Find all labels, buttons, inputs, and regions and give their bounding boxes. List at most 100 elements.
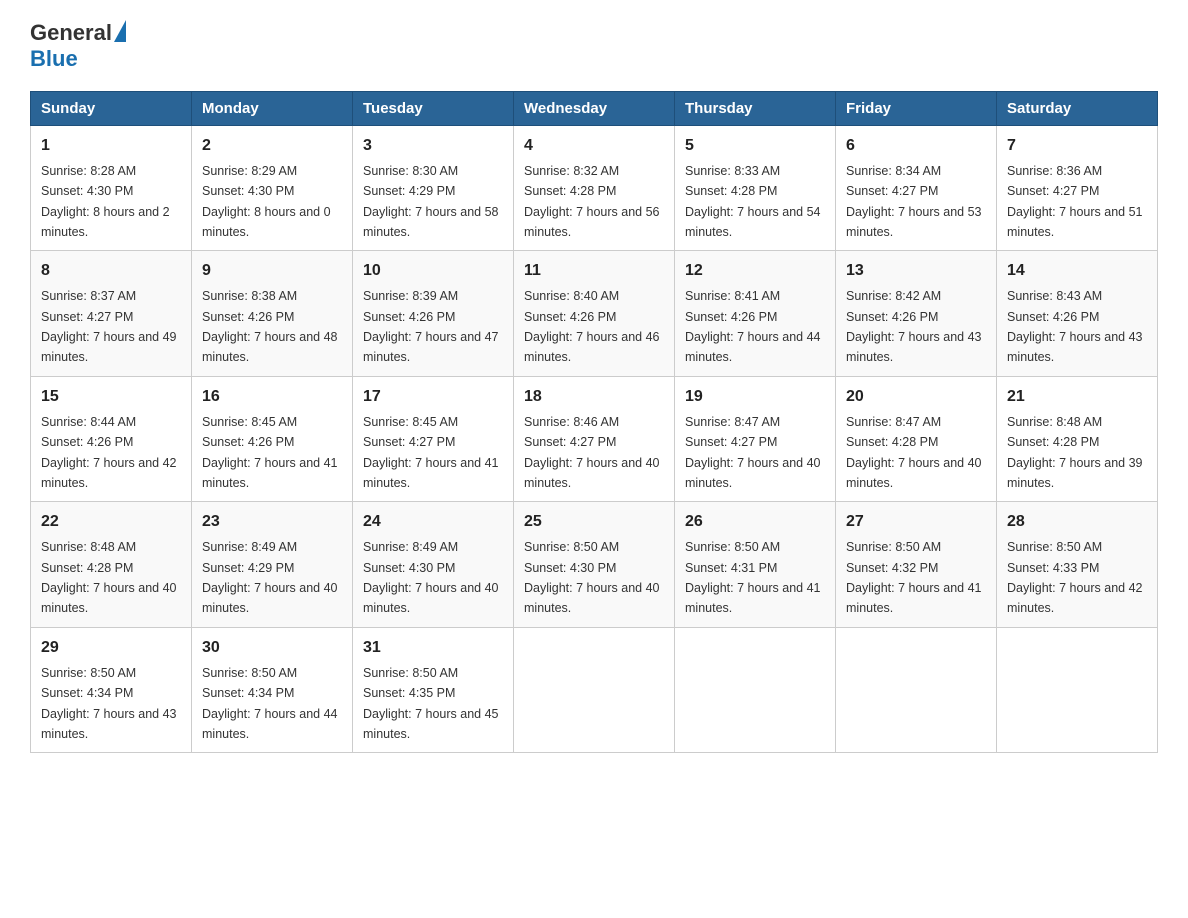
calendar-day-cell: 23 Sunrise: 8:49 AMSunset: 4:29 PMDaylig… [192, 502, 353, 628]
calendar-week-row: 29 Sunrise: 8:50 AMSunset: 4:34 PMDaylig… [31, 627, 1158, 753]
calendar-day-cell: 30 Sunrise: 8:50 AMSunset: 4:34 PMDaylig… [192, 627, 353, 753]
day-number: 20 [846, 385, 986, 409]
calendar-day-cell: 31 Sunrise: 8:50 AMSunset: 4:35 PMDaylig… [353, 627, 514, 753]
day-info: Sunrise: 8:49 AMSunset: 4:29 PMDaylight:… [202, 540, 338, 615]
day-number: 16 [202, 385, 342, 409]
calendar-day-cell: 13 Sunrise: 8:42 AMSunset: 4:26 PMDaylig… [836, 251, 997, 377]
day-number: 15 [41, 385, 181, 409]
day-number: 14 [1007, 259, 1147, 283]
day-info: Sunrise: 8:49 AMSunset: 4:30 PMDaylight:… [363, 540, 499, 615]
day-info: Sunrise: 8:36 AMSunset: 4:27 PMDaylight:… [1007, 164, 1143, 239]
calendar-day-cell: 2 Sunrise: 8:29 AMSunset: 4:30 PMDayligh… [192, 125, 353, 251]
calendar-body: 1 Sunrise: 8:28 AMSunset: 4:30 PMDayligh… [31, 125, 1158, 753]
calendar-week-row: 1 Sunrise: 8:28 AMSunset: 4:30 PMDayligh… [31, 125, 1158, 251]
day-info: Sunrise: 8:47 AMSunset: 4:27 PMDaylight:… [685, 415, 821, 490]
day-info: Sunrise: 8:28 AMSunset: 4:30 PMDaylight:… [41, 164, 170, 239]
day-info: Sunrise: 8:50 AMSunset: 4:33 PMDaylight:… [1007, 540, 1143, 615]
day-number: 4 [524, 134, 664, 158]
day-info: Sunrise: 8:50 AMSunset: 4:30 PMDaylight:… [524, 540, 660, 615]
page-header: General Blue [30, 20, 1158, 73]
logo-general-text: General [30, 20, 112, 46]
day-number: 23 [202, 510, 342, 534]
calendar-day-cell: 5 Sunrise: 8:33 AMSunset: 4:28 PMDayligh… [675, 125, 836, 251]
day-number: 25 [524, 510, 664, 534]
day-number: 3 [363, 134, 503, 158]
day-info: Sunrise: 8:50 AMSunset: 4:35 PMDaylight:… [363, 666, 499, 741]
day-number: 17 [363, 385, 503, 409]
calendar-day-cell: 9 Sunrise: 8:38 AMSunset: 4:26 PMDayligh… [192, 251, 353, 377]
day-number: 28 [1007, 510, 1147, 534]
day-info: Sunrise: 8:44 AMSunset: 4:26 PMDaylight:… [41, 415, 177, 490]
day-number: 29 [41, 636, 181, 660]
day-info: Sunrise: 8:38 AMSunset: 4:26 PMDaylight:… [202, 289, 338, 364]
calendar-day-cell: 7 Sunrise: 8:36 AMSunset: 4:27 PMDayligh… [997, 125, 1158, 251]
logo-triangle-icon [114, 20, 126, 42]
calendar-day-cell: 10 Sunrise: 8:39 AMSunset: 4:26 PMDaylig… [353, 251, 514, 377]
day-info: Sunrise: 8:50 AMSunset: 4:32 PMDaylight:… [846, 540, 982, 615]
calendar-day-cell: 27 Sunrise: 8:50 AMSunset: 4:32 PMDaylig… [836, 502, 997, 628]
day-info: Sunrise: 8:39 AMSunset: 4:26 PMDaylight:… [363, 289, 499, 364]
day-info: Sunrise: 8:48 AMSunset: 4:28 PMDaylight:… [41, 540, 177, 615]
day-number: 8 [41, 259, 181, 283]
calendar-week-row: 8 Sunrise: 8:37 AMSunset: 4:27 PMDayligh… [31, 251, 1158, 377]
calendar-day-cell: 17 Sunrise: 8:45 AMSunset: 4:27 PMDaylig… [353, 376, 514, 502]
day-number: 31 [363, 636, 503, 660]
day-info: Sunrise: 8:30 AMSunset: 4:29 PMDaylight:… [363, 164, 499, 239]
day-info: Sunrise: 8:43 AMSunset: 4:26 PMDaylight:… [1007, 289, 1143, 364]
calendar-week-row: 22 Sunrise: 8:48 AMSunset: 4:28 PMDaylig… [31, 502, 1158, 628]
day-info: Sunrise: 8:50 AMSunset: 4:31 PMDaylight:… [685, 540, 821, 615]
day-number: 21 [1007, 385, 1147, 409]
day-number: 7 [1007, 134, 1147, 158]
day-info: Sunrise: 8:46 AMSunset: 4:27 PMDaylight:… [524, 415, 660, 490]
calendar-day-cell: 6 Sunrise: 8:34 AMSunset: 4:27 PMDayligh… [836, 125, 997, 251]
day-info: Sunrise: 8:50 AMSunset: 4:34 PMDaylight:… [202, 666, 338, 741]
day-number: 24 [363, 510, 503, 534]
calendar-day-cell: 16 Sunrise: 8:45 AMSunset: 4:26 PMDaylig… [192, 376, 353, 502]
day-number: 22 [41, 510, 181, 534]
calendar-day-cell: 14 Sunrise: 8:43 AMSunset: 4:26 PMDaylig… [997, 251, 1158, 377]
day-number: 6 [846, 134, 986, 158]
logo-blue-text: Blue [30, 46, 126, 72]
weekday-header-row: SundayMondayTuesdayWednesdayThursdayFrid… [31, 91, 1158, 125]
day-info: Sunrise: 8:37 AMSunset: 4:27 PMDaylight:… [41, 289, 177, 364]
day-number: 19 [685, 385, 825, 409]
weekday-header-tuesday: Tuesday [353, 91, 514, 125]
day-info: Sunrise: 8:45 AMSunset: 4:27 PMDaylight:… [363, 415, 499, 490]
day-info: Sunrise: 8:48 AMSunset: 4:28 PMDaylight:… [1007, 415, 1143, 490]
day-number: 30 [202, 636, 342, 660]
day-number: 2 [202, 134, 342, 158]
day-number: 10 [363, 259, 503, 283]
calendar-day-cell: 24 Sunrise: 8:49 AMSunset: 4:30 PMDaylig… [353, 502, 514, 628]
calendar-day-cell [997, 627, 1158, 753]
day-number: 11 [524, 259, 664, 283]
calendar-day-cell: 1 Sunrise: 8:28 AMSunset: 4:30 PMDayligh… [31, 125, 192, 251]
calendar-day-cell: 20 Sunrise: 8:47 AMSunset: 4:28 PMDaylig… [836, 376, 997, 502]
calendar-day-cell [836, 627, 997, 753]
day-number: 5 [685, 134, 825, 158]
calendar-day-cell: 11 Sunrise: 8:40 AMSunset: 4:26 PMDaylig… [514, 251, 675, 377]
weekday-header-thursday: Thursday [675, 91, 836, 125]
weekday-header-saturday: Saturday [997, 91, 1158, 125]
day-info: Sunrise: 8:32 AMSunset: 4:28 PMDaylight:… [524, 164, 660, 239]
weekday-header-wednesday: Wednesday [514, 91, 675, 125]
calendar-day-cell: 29 Sunrise: 8:50 AMSunset: 4:34 PMDaylig… [31, 627, 192, 753]
day-number: 13 [846, 259, 986, 283]
calendar-day-cell: 3 Sunrise: 8:30 AMSunset: 4:29 PMDayligh… [353, 125, 514, 251]
day-number: 1 [41, 134, 181, 158]
calendar-day-cell: 28 Sunrise: 8:50 AMSunset: 4:33 PMDaylig… [997, 502, 1158, 628]
calendar-day-cell: 26 Sunrise: 8:50 AMSunset: 4:31 PMDaylig… [675, 502, 836, 628]
calendar-week-row: 15 Sunrise: 8:44 AMSunset: 4:26 PMDaylig… [31, 376, 1158, 502]
calendar-table: SundayMondayTuesdayWednesdayThursdayFrid… [30, 91, 1158, 754]
day-info: Sunrise: 8:33 AMSunset: 4:28 PMDaylight:… [685, 164, 821, 239]
logo: General Blue [30, 20, 126, 73]
day-info: Sunrise: 8:34 AMSunset: 4:27 PMDaylight:… [846, 164, 982, 239]
day-number: 12 [685, 259, 825, 283]
calendar-day-cell: 22 Sunrise: 8:48 AMSunset: 4:28 PMDaylig… [31, 502, 192, 628]
day-number: 26 [685, 510, 825, 534]
day-number: 18 [524, 385, 664, 409]
day-info: Sunrise: 8:29 AMSunset: 4:30 PMDaylight:… [202, 164, 331, 239]
calendar-day-cell [675, 627, 836, 753]
day-info: Sunrise: 8:45 AMSunset: 4:26 PMDaylight:… [202, 415, 338, 490]
calendar-day-cell [514, 627, 675, 753]
day-info: Sunrise: 8:47 AMSunset: 4:28 PMDaylight:… [846, 415, 982, 490]
